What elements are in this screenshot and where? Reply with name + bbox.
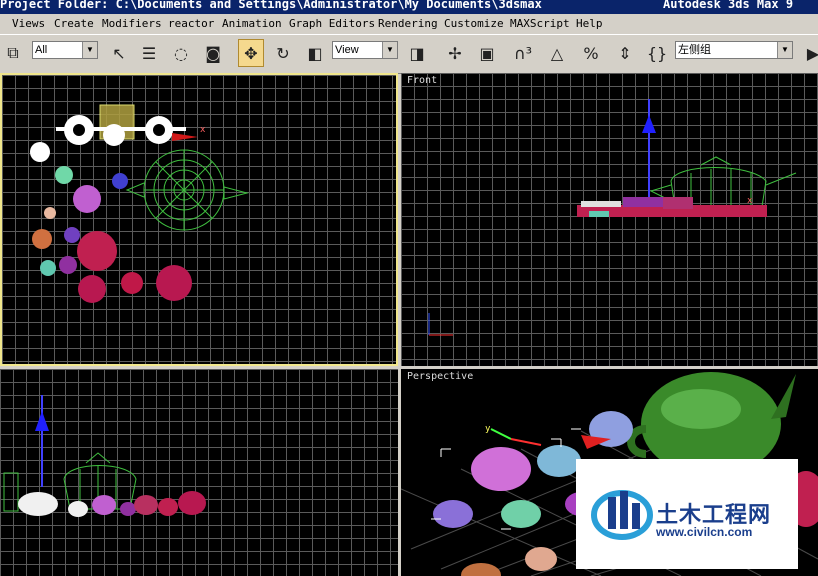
named-selection-dropdown[interactable]: 左侧组 ▼ xyxy=(675,41,793,59)
chevron-down-icon: ▼ xyxy=(777,42,792,58)
viewport-front[interactable]: Front x xyxy=(401,73,818,366)
title-bar: Project Folder: C:\Documents and Setting… xyxy=(0,0,818,14)
pivot-icon[interactable]: ◨ xyxy=(404,39,430,67)
region-select-icon[interactable]: ◌ xyxy=(168,39,194,67)
spinner-snap-icon[interactable]: ⇕ xyxy=(612,39,638,67)
menu-maxscript[interactable]: MAXScript xyxy=(510,17,570,30)
scale-icon[interactable]: ◧ xyxy=(302,39,328,67)
front-view-objects: x xyxy=(428,99,797,336)
move-icon[interactable]: ✥ xyxy=(238,39,264,67)
named-selection-value: 左侧组 xyxy=(678,43,711,56)
angle-snap-icon[interactable]: △ xyxy=(544,39,570,67)
viewport-left[interactable] xyxy=(0,369,398,576)
percent-snap-icon[interactable]: % xyxy=(578,39,604,67)
viewport-label-perspective: Perspective xyxy=(407,371,474,382)
svg-text:x: x xyxy=(747,196,753,206)
svg-text:x: x xyxy=(200,125,206,135)
selection-filter-dropdown[interactable]: All ▼ xyxy=(32,41,98,59)
civilcn-logo-icon xyxy=(591,490,653,540)
menu-rendering[interactable]: Rendering xyxy=(378,17,438,30)
green-teapot-wire xyxy=(125,149,249,231)
watermark-logo: 土木工程网 www.civilcn.com xyxy=(576,459,798,569)
reference-coord-value: View xyxy=(335,44,359,56)
axis-tripod xyxy=(428,313,453,336)
select-by-name-icon[interactable]: ☰ xyxy=(136,39,162,67)
menu-bar: Views Create Modifiers reactor Animation… xyxy=(0,14,818,34)
render-icon[interactable]: ▶ xyxy=(800,39,818,67)
magenta-teapot-shaded xyxy=(471,447,531,491)
reference-coord-dropdown[interactable]: View ▼ xyxy=(332,41,398,59)
chevron-down-icon: ▼ xyxy=(382,42,397,58)
edit-named-selection-icon[interactable]: {} xyxy=(644,39,670,67)
colored-teapots xyxy=(32,166,192,303)
manipulate-icon[interactable]: ✢ xyxy=(442,39,468,67)
menu-help[interactable]: Help xyxy=(576,17,603,30)
viewport-top[interactable]: x xyxy=(0,73,398,366)
front-row-teapots xyxy=(577,197,767,217)
snap-3d-icon[interactable]: ∩³ xyxy=(510,39,536,67)
keyboard-shortcut-icon[interactable]: ▣ xyxy=(474,39,500,67)
chevron-down-icon: ▼ xyxy=(82,42,97,58)
left-view-objects xyxy=(3,395,206,517)
menu-animation[interactable]: Animation xyxy=(222,17,282,30)
menu-modifiers[interactable]: Modifiers xyxy=(102,17,162,30)
svg-text:y: y xyxy=(485,424,491,434)
top-view-objects: x xyxy=(30,104,249,303)
menu-views[interactable]: Views xyxy=(12,17,45,30)
side-row-teapots xyxy=(18,491,206,517)
menu-reactor[interactable]: reactor xyxy=(168,17,214,30)
selection-filter-value: All xyxy=(35,44,48,56)
watermark-url: www.civilcn.com xyxy=(656,525,753,539)
menu-customize[interactable]: Customize xyxy=(444,17,504,30)
title-project-folder: Project Folder: C:\Documents and Setting… xyxy=(0,0,542,11)
link-icon[interactable]: ⧉ xyxy=(0,39,26,67)
menu-graph-editors[interactable]: Graph Editors xyxy=(289,17,375,30)
main-toolbar: ⧉ All ▼ ↖ ☰ ◌ ◙ ✥ ↻ ◧ View ▼ ◨ ✢ ▣ ∩³ △ % … xyxy=(0,34,818,74)
select-arrow-icon[interactable]: ↖ xyxy=(106,39,132,67)
title-app-name: Autodesk 3ds Max 9 xyxy=(663,0,794,11)
rotate-icon[interactable]: ↻ xyxy=(270,39,296,67)
window-crossing-icon[interactable]: ◙ xyxy=(200,39,226,67)
menu-create[interactable]: Create xyxy=(54,17,94,30)
